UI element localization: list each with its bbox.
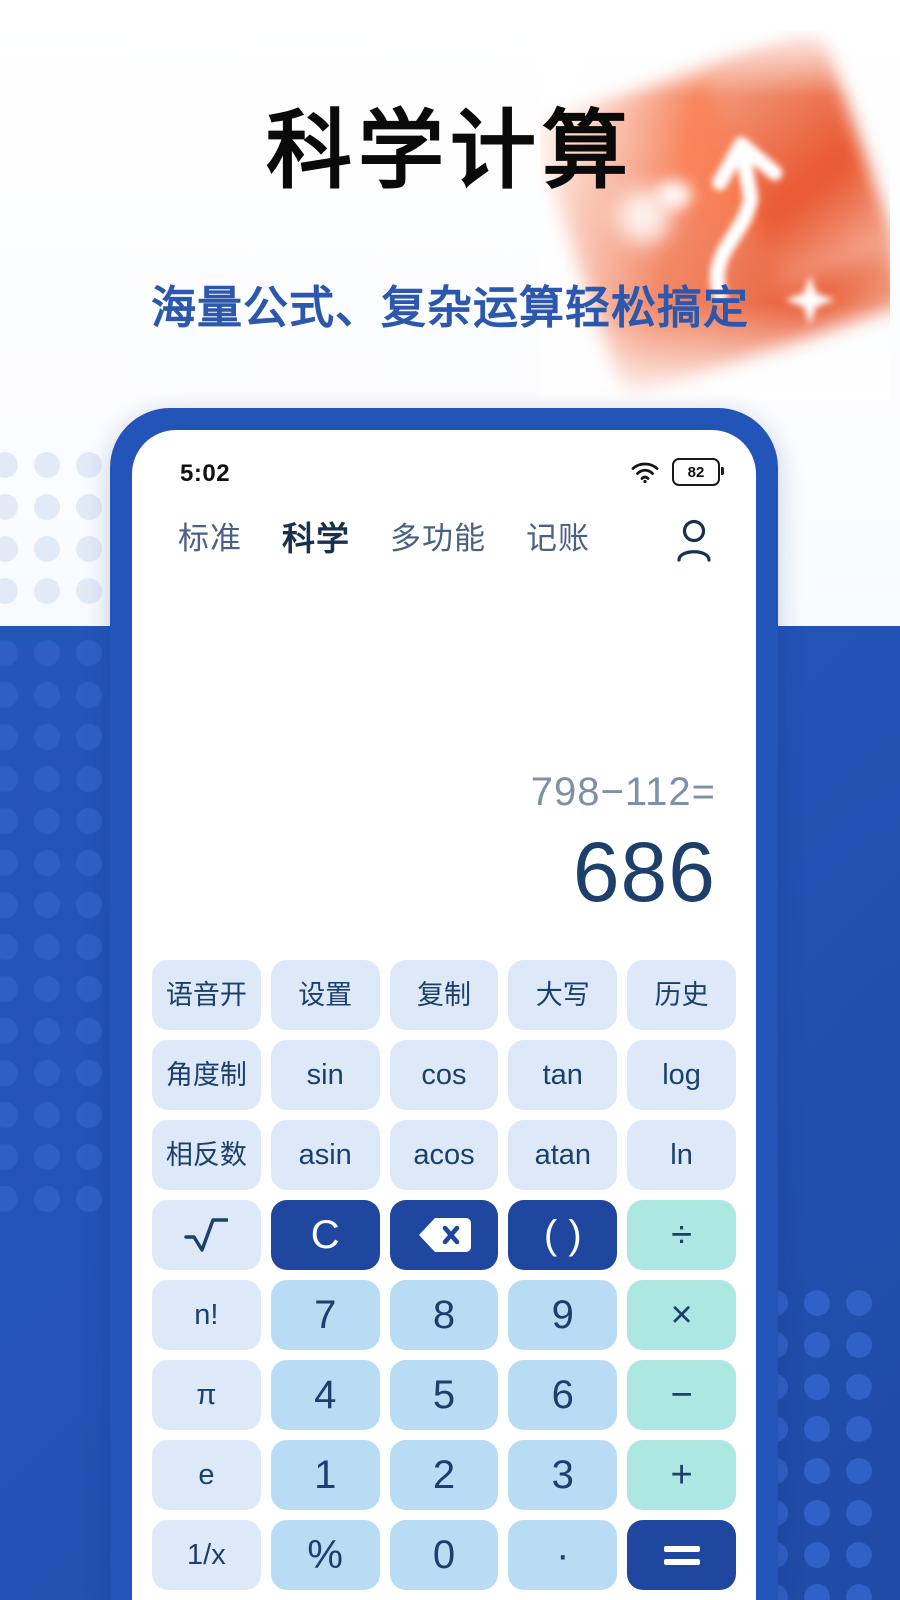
- key-[interactable]: ÷: [627, 1200, 736, 1270]
- key-sin[interactable]: sin: [270, 1040, 380, 1110]
- key-1[interactable]: 1: [270, 1440, 380, 1510]
- result-text: 686: [572, 825, 716, 919]
- key-4[interactable]: 4: [270, 1360, 380, 1430]
- page-title: 科学计算: [266, 101, 634, 201]
- key-atan[interactable]: atan: [508, 1120, 618, 1190]
- backspace-icon: [418, 1218, 471, 1252]
- tab-bookkeeping[interactable]: 记账: [526, 523, 590, 554]
- key-9[interactable]: 9: [508, 1280, 618, 1350]
- key-ln[interactable]: ln: [627, 1120, 736, 1190]
- tab-scientific[interactable]: 科学: [282, 522, 350, 555]
- key-c[interactable]: C: [270, 1200, 380, 1270]
- page-subtitle: 海量公式、复杂运算轻松搞定: [150, 281, 749, 334]
- key-2[interactable]: 2: [389, 1440, 499, 1510]
- key-0[interactable]: 0: [389, 1520, 499, 1590]
- key-7[interactable]: 7: [270, 1280, 380, 1350]
- key-大写[interactable]: 大写: [508, 960, 618, 1030]
- key-[interactable]: %: [270, 1520, 380, 1590]
- key-n[interactable]: n!: [152, 1280, 261, 1350]
- tab-standard[interactable]: 标准: [178, 523, 242, 554]
- person-icon[interactable]: [674, 518, 714, 562]
- key-角度制[interactable]: 角度制: [152, 1040, 261, 1110]
- key-asin[interactable]: asin: [270, 1120, 380, 1190]
- key-6[interactable]: 6: [508, 1360, 618, 1430]
- key-1x[interactable]: 1/x: [152, 1520, 261, 1590]
- key-e[interactable]: e: [152, 1440, 261, 1510]
- key-相反数[interactable]: 相反数: [152, 1120, 261, 1190]
- tab-list: 标准 科学 多功能 记账: [178, 522, 590, 555]
- key-[interactable]: ×: [627, 1280, 736, 1350]
- hero-illustration: [540, 30, 890, 400]
- battery-icon: 82: [672, 458, 724, 486]
- key-cos[interactable]: cos: [389, 1040, 499, 1110]
- status-bar: 5:02 82: [132, 458, 756, 498]
- key-acos[interactable]: acos: [389, 1120, 499, 1190]
- expression-text: 798−112=: [530, 770, 716, 814]
- phone-screen: 5:02 82 标准 科学 多功能 记账 798−112= 686 语音开 设置…: [132, 430, 756, 1600]
- key-[interactable]: π: [152, 1360, 261, 1430]
- key-[interactable]: ( ): [508, 1200, 618, 1270]
- key-8[interactable]: 8: [389, 1280, 499, 1350]
- key-[interactable]: −: [627, 1360, 736, 1430]
- key-3[interactable]: 3: [508, 1440, 618, 1510]
- key-[interactable]: ·: [508, 1520, 618, 1590]
- key-[interactable]: +: [627, 1440, 736, 1510]
- sqrt-icon: [184, 1218, 229, 1252]
- hero-fade-overlay: [540, 30, 890, 400]
- backspace-icon[interactable]: [389, 1200, 499, 1270]
- phone-mockup: 5:02 82 标准 科学 多功能 记账 798−112= 686 语音开 设置…: [110, 408, 778, 1600]
- key-equals[interactable]: [627, 1520, 736, 1590]
- key-5[interactable]: 5: [389, 1360, 499, 1430]
- key-复制[interactable]: 复制: [389, 960, 499, 1030]
- key-tan[interactable]: tan: [508, 1040, 618, 1110]
- equals-icon: [663, 1545, 700, 1565]
- key-log[interactable]: log: [627, 1040, 736, 1110]
- wifi-icon: [631, 462, 659, 484]
- key-sqrt[interactable]: [152, 1200, 261, 1270]
- calculator-display: 798−112= 686: [176, 770, 716, 921]
- status-indicators: 82: [630, 458, 724, 486]
- key-语音开[interactable]: 语音开: [152, 960, 261, 1030]
- tab-bar: 标准 科学 多功能 记账: [132, 519, 756, 582]
- battery-level: 82: [687, 463, 705, 481]
- key-历史[interactable]: 历史: [627, 960, 736, 1030]
- calculator-keypad: 语音开 设置 复制 大写 历史角度制 sin cos tan log 相反数 asin acos ata…: [144, 960, 744, 1590]
- tab-multifunction[interactable]: 多功能: [390, 523, 486, 554]
- key-设置[interactable]: 设置: [270, 960, 380, 1030]
- promo-screenshot: 科学计算 海量公式、复杂运算轻松搞定 5:02 82 标准 科学 多功能 记账 …: [0, 0, 900, 1600]
- status-time: 5:02: [180, 460, 231, 487]
